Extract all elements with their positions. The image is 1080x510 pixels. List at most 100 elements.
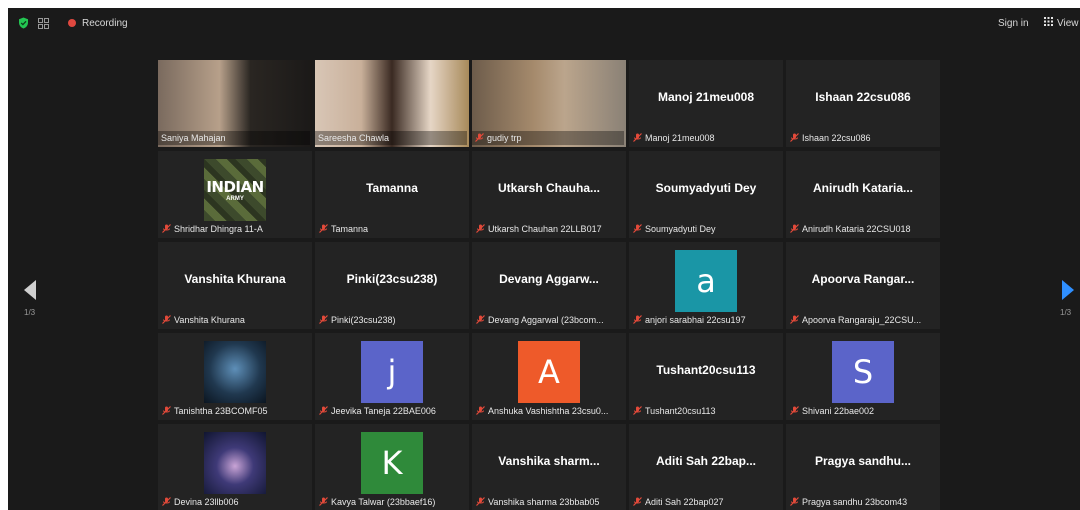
mic-muted-icon [633, 314, 642, 326]
recording-indicator[interactable]: Recording [68, 8, 128, 38]
view-label: View [1057, 17, 1079, 29]
participant-tile[interactable]: Pinki(23csu238) Pinki(23csu238) [315, 242, 469, 329]
participant-label-text: Manoj 21meu008 [645, 133, 715, 143]
mic-muted-icon [790, 132, 799, 144]
participant-name-label: Vanshika sharma 23bbab05 [476, 495, 624, 509]
participant-name-label: Anshuka Vashishtha 23csu0... [476, 404, 624, 418]
participant-display-name: Aditi Sah 22bap... [655, 454, 757, 468]
participant-tile[interactable]: Tanishtha 23BCOMF05 [158, 333, 312, 420]
participant-label-text: Tamanna [331, 224, 369, 234]
participant-display-name: Pragya sandhu... [814, 454, 912, 468]
view-button[interactable]: View [1044, 8, 1079, 38]
logo-subtext: ARMY [226, 196, 244, 202]
participant-tile[interactable]: Devina 23llb006 [158, 424, 312, 510]
participant-name-label: Devina 23llb006 [162, 495, 310, 509]
sign-in-button[interactable]: Sign in [998, 8, 1029, 38]
avatar-letter: a [675, 250, 737, 312]
participant-tile[interactable]: Manoj 21meu008 Manoj 21meu008 [629, 60, 783, 147]
avatar-letter: S [832, 341, 894, 403]
grid-icon[interactable] [38, 8, 49, 38]
mic-muted-icon [319, 496, 328, 508]
participant-tile[interactable]: INDIAN ARMY Shridhar Dhingra 11-A [158, 151, 312, 238]
sign-in-label: Sign in [998, 17, 1029, 29]
page-indicator-right: 1/3 [1060, 308, 1072, 317]
participant-display-name: Tamanna [366, 181, 418, 195]
mic-muted-icon [162, 223, 171, 235]
mic-muted-icon [162, 314, 171, 326]
mic-muted-icon [790, 223, 799, 235]
mic-muted-icon [319, 223, 328, 235]
participant-tile[interactable]: a anjori sarabhai 22csu197 [629, 242, 783, 329]
participant-tile[interactable]: Saniya Mahajan [158, 60, 312, 147]
mic-muted-icon [319, 314, 328, 326]
participant-name-label: Anirudh Kataria 22CSU018 [790, 222, 938, 236]
participant-tile[interactable]: gudiy trp [472, 60, 626, 147]
participant-label-text: Tushant20csu113 [645, 406, 716, 416]
participant-display-name: Utkarsh Chauha... [497, 181, 601, 195]
mic-muted-icon [162, 496, 171, 508]
avatar-picture: INDIAN ARMY [204, 159, 266, 221]
participant-tile[interactable]: Vanshita Khurana Vanshita Khurana [158, 242, 312, 329]
next-page-button[interactable] [1058, 270, 1078, 310]
mic-muted-icon [476, 314, 485, 326]
participant-tile[interactable]: Soumyadyuti Dey Soumyadyuti Dey [629, 151, 783, 238]
participant-label-text: Vanshita Khurana [174, 315, 245, 325]
mic-muted-icon [790, 496, 799, 508]
participant-name-label: Jeevika Taneja 22BAE006 [319, 404, 467, 418]
participant-display-name: Soumyadyuti Dey [655, 181, 757, 195]
mic-muted-icon [633, 223, 642, 235]
participant-display-name: Ishaan 22csu086 [815, 90, 911, 104]
participant-tile[interactable]: j Jeevika Taneja 22BAE006 [315, 333, 469, 420]
avatar-letter: A [518, 341, 580, 403]
meeting-window: Recording Sign in View 1/3 1/3 Saniya Ma… [8, 8, 1080, 510]
participant-name-label: Sareesha Chawla [315, 131, 467, 145]
participant-name-label: Tushant20csu113 [633, 404, 781, 418]
participant-tile[interactable]: Apoorva Rangar... Apoorva Rangaraju_22CSU… [786, 242, 940, 329]
logo-text: INDIAN [206, 178, 264, 196]
participant-display-name: Manoj 21meu008 [657, 90, 755, 104]
participant-display-name: Vanshika sharm... [498, 454, 600, 468]
participant-tile[interactable]: S Shivani 22bae002 [786, 333, 940, 420]
participant-tile[interactable]: Vanshika sharm... Vanshika sharma 23bbab0… [472, 424, 626, 510]
participant-tile[interactable]: Aditi Sah 22bap... Aditi Sah 22bap027 [629, 424, 783, 510]
participant-label-text: gudiy trp [487, 133, 522, 143]
mic-muted-icon [319, 405, 328, 417]
participant-tile[interactable]: Ishaan 22csu086 Ishaan 22csu086 [786, 60, 940, 147]
mic-muted-icon [790, 314, 799, 326]
participant-name-label: Vanshita Khurana [162, 313, 310, 327]
mic-muted-icon [475, 132, 484, 144]
participant-label-text: Soumyadyuti Dey [645, 224, 716, 234]
participant-display-name: Pinki(23csu238) [346, 272, 438, 286]
participant-tile[interactable]: A Anshuka Vashishtha 23csu0... [472, 333, 626, 420]
participant-name-label: Tamanna [319, 222, 467, 236]
participant-tile[interactable]: Tamanna Tamanna [315, 151, 469, 238]
participant-name-label: Apoorva Rangaraju_22CSU... [790, 313, 938, 327]
participant-display-name: Tushant20csu113 [656, 363, 756, 377]
participant-tile[interactable]: Sareesha Chawla [315, 60, 469, 147]
participant-label-text: Pragya sandhu 23bcom43 [802, 497, 908, 507]
participant-name-label: Shivani 22bae002 [790, 404, 938, 418]
avatar-letter: K [361, 432, 423, 494]
participant-label-text: Sareesha Chawla [318, 133, 390, 143]
shield-check-icon[interactable] [18, 8, 29, 38]
participant-display-name: Anirudh Kataria... [812, 181, 913, 195]
mic-muted-icon [476, 405, 485, 417]
participant-tile[interactable]: Utkarsh Chauha... Utkarsh Chauhan 22LLB01… [472, 151, 626, 238]
participant-tile[interactable]: Pragya sandhu... Pragya sandhu 23bcom43 [786, 424, 940, 510]
participant-tile[interactable]: Anirudh Kataria... Anirudh Kataria 22CSU0… [786, 151, 940, 238]
mic-muted-icon [633, 405, 642, 417]
participant-label-text: Utkarsh Chauhan 22LLB017 [488, 224, 602, 234]
mic-muted-icon [633, 496, 642, 508]
participant-name-label: Tanishtha 23BCOMF05 [162, 404, 310, 418]
avatar-picture [204, 341, 266, 403]
participant-label-text: Devang Aggarwal (23bcom... [488, 315, 604, 325]
mic-muted-icon [476, 496, 485, 508]
participant-label-text: Shivani 22bae002 [802, 406, 875, 416]
participant-tile[interactable]: Tushant20csu113 Tushant20csu113 [629, 333, 783, 420]
participant-tile[interactable]: K Kavya Talwar (23bbaef16) [315, 424, 469, 510]
arrow-right-icon [1062, 280, 1074, 300]
mic-muted-icon [633, 132, 642, 144]
previous-page-button[interactable] [20, 270, 40, 310]
participant-tile[interactable]: Devang Aggarw... Devang Aggarwal (23bcom.… [472, 242, 626, 329]
arrow-left-icon [24, 280, 36, 300]
